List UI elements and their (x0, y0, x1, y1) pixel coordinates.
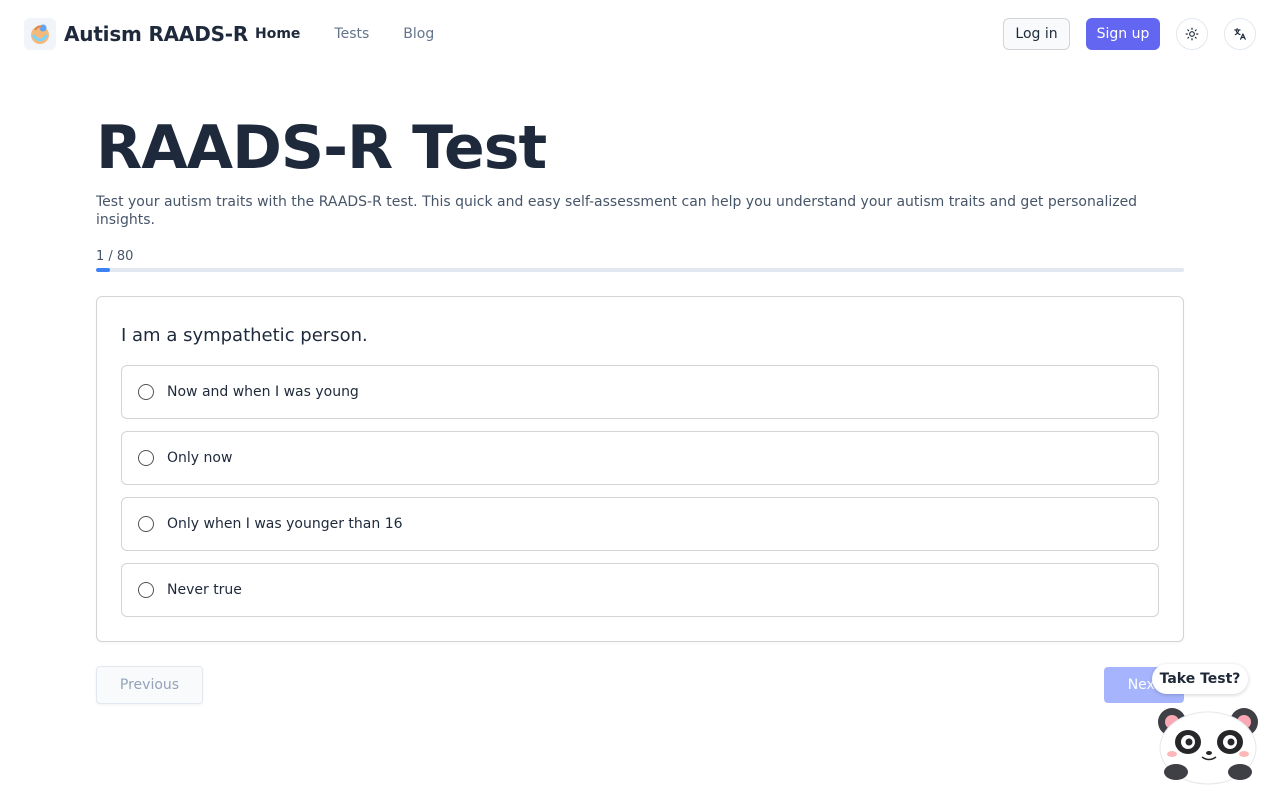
page-subtitle: Test your autism traits with the RAADS-R… (96, 194, 1138, 228)
answer-option-label: Never true (167, 582, 242, 598)
brand[interactable]: Autism RAADS-R (24, 18, 248, 50)
mascot-widget[interactable]: Take Test? (1148, 662, 1264, 790)
translate-icon (1234, 28, 1246, 40)
nav-tests[interactable]: Tests (334, 24, 369, 44)
progress-bar (96, 268, 1184, 272)
radio-button[interactable] (138, 516, 154, 532)
signup-button[interactable]: Sign up (1086, 18, 1160, 50)
answer-option-label: Only now (167, 450, 233, 466)
answer-option[interactable]: Only now (121, 431, 1159, 485)
progress-fill (96, 268, 110, 272)
question-text: I am a sympathetic person. (121, 325, 368, 346)
nav-blog[interactable]: Blog (403, 24, 434, 44)
answer-option[interactable]: Never true (121, 563, 1159, 617)
radio-button[interactable] (138, 450, 154, 466)
login-button[interactable]: Log in (1003, 18, 1070, 50)
sun-icon (1185, 27, 1199, 41)
answer-option[interactable]: Only when I was younger than 16 (121, 497, 1159, 551)
header: Autism RAADS-R Home Tests Blog Log in Si… (0, 0, 1280, 68)
logo-icon (24, 18, 56, 50)
question-card: I am a sympathetic person. Now and when … (96, 296, 1184, 642)
theme-toggle-button[interactable] (1176, 18, 1208, 50)
brand-name: Autism RAADS-R (64, 22, 249, 46)
answer-option-label: Now and when I was young (167, 384, 359, 400)
page-title: RAADS-R Test (96, 113, 547, 183)
nav-home[interactable]: Home (255, 24, 300, 44)
previous-button[interactable]: Previous (96, 666, 203, 704)
take-test-bubble[interactable]: Take Test? (1152, 664, 1248, 694)
language-button[interactable] (1224, 18, 1256, 50)
progress-label: 1 / 80 (96, 249, 134, 264)
radio-button[interactable] (138, 384, 154, 400)
radio-button[interactable] (138, 582, 154, 598)
answer-option[interactable]: Now and when I was young (121, 365, 1159, 419)
main-nav: Home Tests Blog (255, 24, 468, 44)
answer-option-label: Only when I was younger than 16 (167, 516, 403, 532)
